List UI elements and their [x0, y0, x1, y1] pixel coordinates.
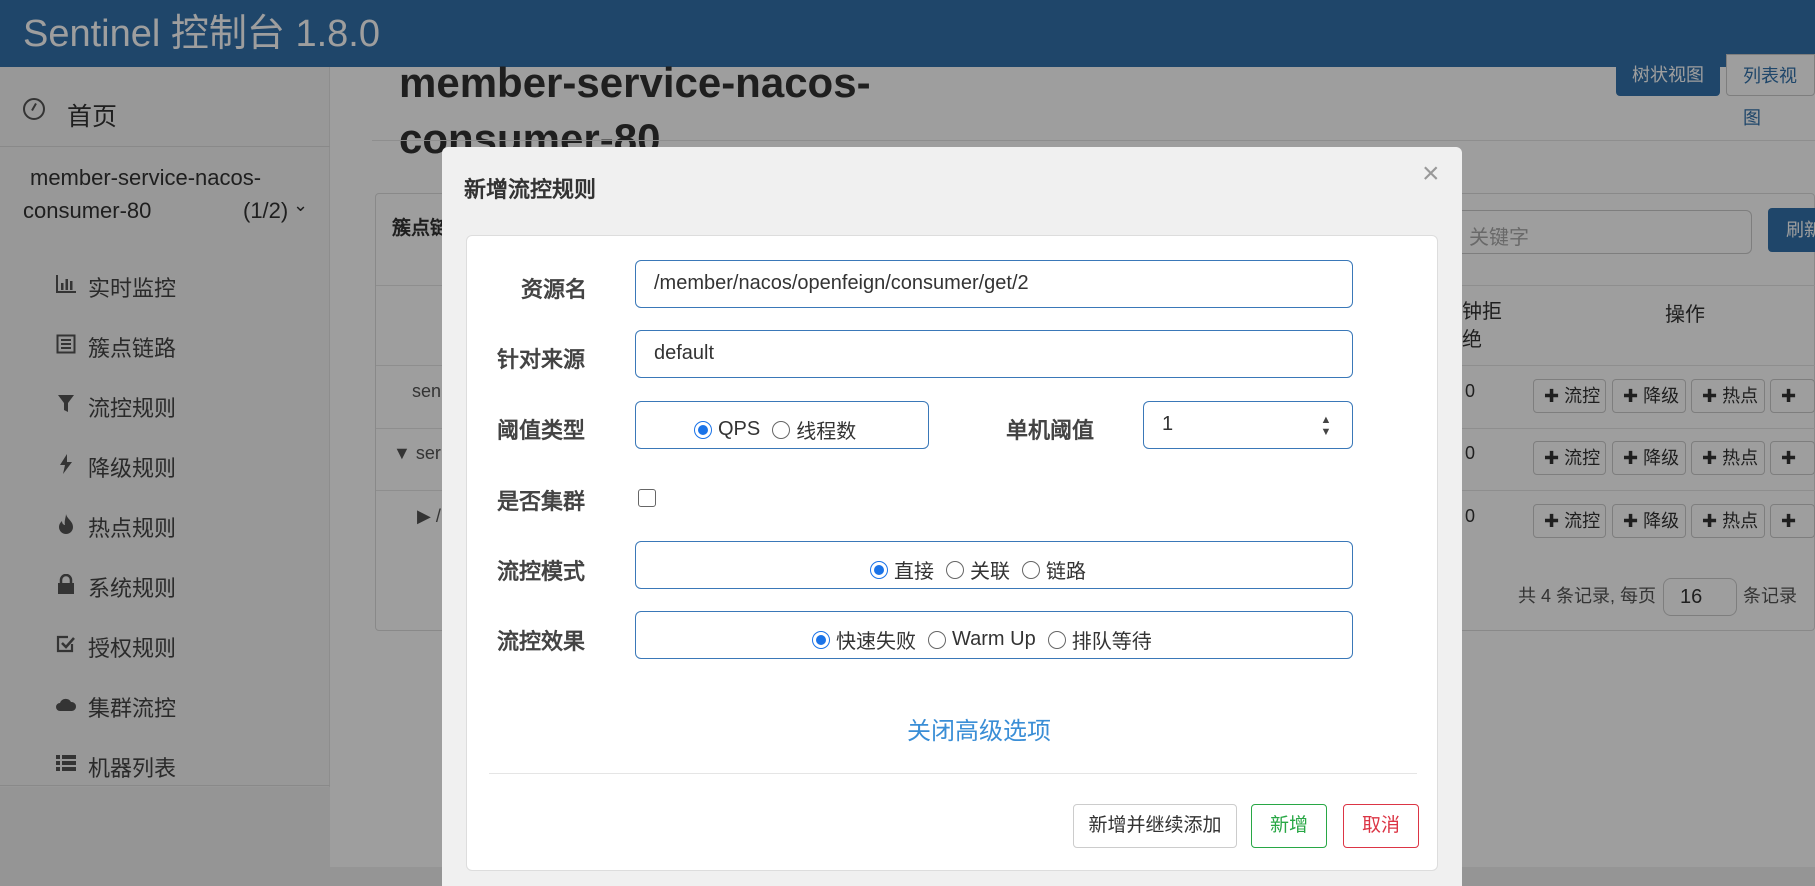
modal-title: 新增流控规则: [464, 177, 597, 202]
resource-value: /member/nacos/openfeign/consumer/get/2: [654, 272, 1029, 294]
form-divider: [489, 773, 1417, 774]
radio-checked-icon: [694, 420, 712, 439]
number-spinner-icon[interactable]: ▲ ▼: [1316, 414, 1336, 438]
threshold-type-label: 阈值类型: [497, 418, 586, 443]
origin-field[interactable]: default: [635, 330, 1353, 378]
radio-unchecked-icon: [928, 630, 946, 649]
single-threshold-value: 1: [1162, 413, 1174, 435]
single-threshold-label: 单机阈值: [1006, 418, 1095, 443]
modal-form: 资源名 /member/nacos/openfeign/consumer/get…: [466, 235, 1438, 871]
cluster-label: 是否集群: [497, 489, 586, 514]
origin-value: default: [654, 342, 715, 364]
radio-queue[interactable]: 排队等待: [1047, 625, 1152, 654]
radio-fail-fast[interactable]: 快速失败: [812, 625, 916, 654]
radio-unchecked-icon: [1047, 630, 1066, 649]
radio-unchecked-icon: [772, 420, 791, 439]
resource-label: 资源名: [521, 277, 588, 302]
flow-effect-label: 流控效果: [497, 629, 586, 654]
radio-unchecked-icon: [946, 560, 964, 579]
radio-unchecked-icon: [1022, 560, 1040, 579]
radio-chain[interactable]: 链路: [1022, 555, 1086, 584]
flow-mode-label: 流控模式: [497, 559, 586, 584]
close-icon[interactable]: ×: [1422, 157, 1440, 191]
flow-mode-group: 直接 关联 链路: [635, 541, 1353, 589]
radio-threads[interactable]: 线程数: [772, 415, 856, 444]
cluster-checkbox[interactable]: [638, 489, 656, 507]
add-and-continue-button[interactable]: 新增并继续添加: [1073, 804, 1237, 848]
radio-relate[interactable]: 关联: [946, 555, 1010, 584]
add-button[interactable]: 新增: [1251, 804, 1327, 848]
radio-direct[interactable]: 直接: [870, 555, 934, 584]
flow-effect-group: 快速失败 Warm Up 排队等待: [635, 611, 1353, 659]
single-threshold-input[interactable]: 1 ▲ ▼: [1143, 401, 1353, 449]
radio-qps[interactable]: QPS: [694, 418, 760, 441]
radio-checked-icon: [870, 560, 888, 579]
resource-field[interactable]: /member/nacos/openfeign/consumer/get/2: [635, 260, 1353, 308]
radio-warm-up[interactable]: Warm Up: [928, 628, 1036, 651]
origin-label: 针对来源: [497, 347, 586, 372]
cancel-button[interactable]: 取消: [1343, 804, 1419, 848]
toggle-advanced-link[interactable]: 关闭高级选项: [907, 711, 1051, 746]
add-flow-rule-modal: 新增流控规则 × 资源名 /member/nacos/openfeign/con…: [442, 147, 1462, 886]
radio-checked-icon: [812, 630, 830, 649]
threshold-type-group: QPS 线程数: [635, 401, 929, 449]
